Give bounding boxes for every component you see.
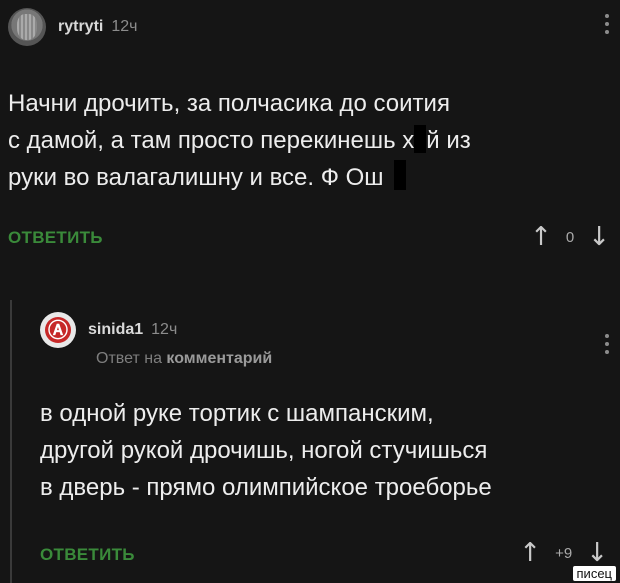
username[interactable]: rytryti [58, 18, 103, 36]
timestamp: 12ч [151, 321, 178, 338]
avatar[interactable]: Ⓐ [40, 312, 76, 348]
watermark: писец [572, 566, 616, 581]
upvote-icon[interactable]: ↑ [519, 538, 541, 568]
comment-text-line: руки во валагалишну и все. Ф Ош [8, 164, 384, 191]
username[interactable]: sinida1 [88, 321, 143, 339]
comment-text: Начни дрочить, за полчасика до соития с … [8, 85, 598, 196]
upvote-icon[interactable]: ↑ [530, 222, 552, 252]
reply-comment: Ⓐ sinida1 12ч Ответ на комментарий в одн… [0, 290, 620, 583]
censor-bar [393, 160, 406, 190]
reply-button[interactable]: ОТВЕТИТЬ [8, 228, 103, 248]
comment-header: Ⓐ sinida1 12ч [40, 312, 177, 348]
comment-header: rytryti 12ч [8, 8, 138, 46]
more-options-icon[interactable] [604, 14, 610, 34]
timestamp: 12ч [111, 18, 138, 35]
reply-to-prefix: Ответ на [96, 350, 162, 367]
reply-to-link[interactable]: комментарий [166, 350, 272, 367]
vote-controls: ↑ 0 ↓ [530, 222, 610, 252]
comment-text-line: Начни дрочить, за полчасика до соития [8, 90, 450, 117]
reply-button[interactable]: ОТВЕТИТЬ [40, 545, 135, 565]
anarchy-icon: Ⓐ [45, 317, 71, 343]
downvote-icon[interactable]: ↓ [586, 538, 608, 568]
comment-text-line: й из [426, 127, 471, 154]
reply-to-line: Ответ на комментарий [96, 350, 272, 368]
score: +9 [555, 544, 573, 562]
vote-controls: ↑ +9 ↓ [519, 538, 608, 568]
more-options-icon[interactable] [604, 334, 610, 354]
comment: rytryti 12ч Начни дрочить, за полчасика … [0, 0, 620, 290]
score: 0 [565, 228, 575, 246]
comment-text: в одной руке тортик с шампанским, другой… [40, 400, 492, 501]
avatar[interactable] [8, 8, 46, 46]
downvote-icon[interactable]: ↓ [588, 222, 610, 252]
comment-text-line: с дамой, а там просто перекинешь х [8, 127, 415, 154]
censor-bar [414, 125, 427, 153]
